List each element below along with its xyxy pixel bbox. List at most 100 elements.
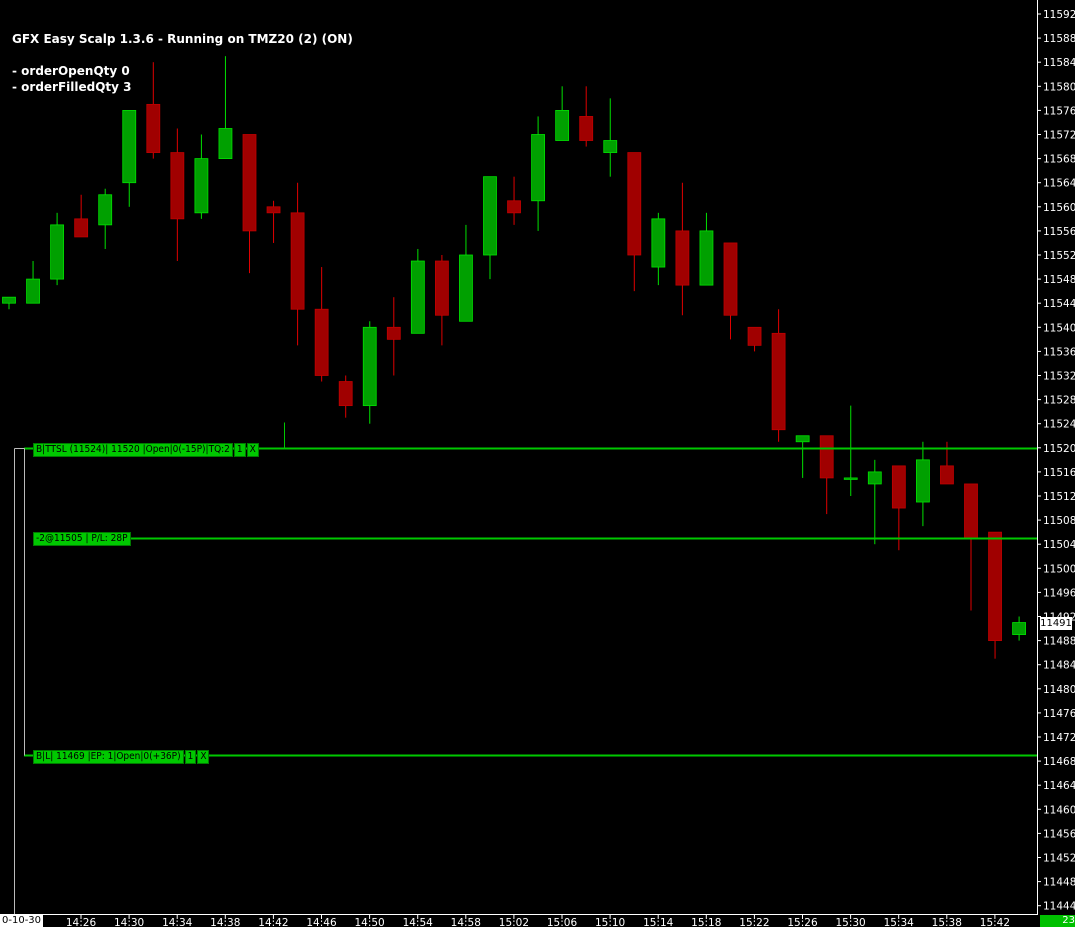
y-tick-label: 11564 <box>1043 178 1075 190</box>
date-label: 0-10-30 <box>0 915 44 927</box>
y-tick-label: 11524 <box>1043 419 1075 431</box>
y-tick-label: 11532 <box>1043 371 1075 383</box>
candle-body <box>747 326 762 346</box>
position-info[interactable]: -2@11505 | P/L: 28P <box>33 532 131 546</box>
limit-order-close-button[interactable]: X <box>197 750 210 764</box>
y-tick-label: 11592 <box>1043 9 1075 21</box>
price-chart[interactable]: 11592 11588 11584 11580 11576 11572 11568 11564… <box>0 0 1075 927</box>
y-tick-label: 11476 <box>1043 708 1075 720</box>
candle-body <box>627 152 642 256</box>
candle-body <box>723 242 738 316</box>
candle-body <box>988 531 1002 642</box>
candle <box>410 248 425 334</box>
x-tick-label: 14:34 <box>162 917 193 927</box>
y-tick-label: 11548 <box>1043 274 1075 286</box>
y-tick-label: 11576 <box>1043 105 1075 117</box>
y-tick-label: 11516 <box>1043 467 1075 479</box>
y-tick-label: 11584 <box>1043 57 1075 69</box>
y-tick-label: 11456 <box>1043 828 1075 840</box>
candle-body <box>843 477 858 480</box>
y-tick-label: 11512 <box>1043 491 1075 503</box>
y-tick-label: 11552 <box>1043 250 1075 262</box>
stop-order-close-button[interactable]: X <box>246 443 259 457</box>
candle-body <box>50 224 64 280</box>
y-tick-label: 11528 <box>1043 395 1075 407</box>
candle-body <box>1012 622 1026 635</box>
y-tick-label: 11572 <box>1043 130 1075 142</box>
last-price-tag: 11491 <box>1040 617 1072 630</box>
stop-order-info[interactable]: B|TTSL (11524)| 11520 |Open|0(-15P)|TQ:2 <box>33 443 233 457</box>
candle-body <box>2 296 16 304</box>
x-tick-label: 15:30 <box>835 917 865 927</box>
candle-body <box>916 459 930 503</box>
candle-body <box>459 254 473 322</box>
candle-body <box>26 278 40 304</box>
limit-order-label[interactable]: B|L| 11469 |EP: 1|Open|0(+36P) 1 X <box>33 750 210 764</box>
candle-body <box>867 471 882 485</box>
candle-body <box>507 200 521 214</box>
x-tick-label: 14:54 <box>403 917 434 927</box>
x-tick-label: 15:18 <box>691 917 721 927</box>
y-tick-label: 11556 <box>1043 226 1075 238</box>
y-tick-label: 11544 <box>1043 298 1075 310</box>
candle-body <box>386 326 401 340</box>
x-tick-label: 15:38 <box>932 917 962 927</box>
x-tick-label: 15:06 <box>547 917 578 927</box>
candle-body <box>338 381 353 407</box>
stop-order-qty[interactable]: 1 <box>233 443 246 457</box>
y-tick-label: 11540 <box>1043 322 1075 334</box>
x-tick-label: 14:38 <box>210 917 240 927</box>
candle-body <box>579 116 594 141</box>
y-tick-label: 11504 <box>1043 539 1075 551</box>
limit-order-info[interactable]: B|L| 11469 |EP: 1|Open|0(+36P) <box>33 750 184 764</box>
y-tick-label: 11452 <box>1043 853 1075 865</box>
y-tick-label: 11588 <box>1043 33 1075 45</box>
candle <box>988 531 1002 659</box>
candle-body <box>194 158 209 214</box>
y-tick-label: 11568 <box>1043 154 1075 166</box>
candle-body <box>290 212 305 310</box>
candle-body <box>795 435 810 443</box>
candle-body <box>483 176 497 256</box>
indicator-spacer <box>12 47 353 63</box>
position-label[interactable]: -2@11505 | P/L: 28P <box>33 532 132 546</box>
indicator-title: GFX Easy Scalp 1.3.6 - Running on TMZ20 … <box>12 32 353 46</box>
y-tick-label: 11460 <box>1043 804 1075 816</box>
y-tick-label: 11560 <box>1043 202 1075 214</box>
y-tick-label: 11480 <box>1043 684 1075 696</box>
candle-body <box>555 110 570 141</box>
x-tick-label: 15:02 <box>499 917 529 927</box>
candle-body <box>74 218 89 238</box>
candle-body <box>218 128 233 160</box>
candle-body <box>434 260 449 316</box>
y-tick-label: 11520 <box>1043 443 1075 455</box>
y-tick-label: 11580 <box>1043 81 1075 93</box>
order-filled-qty: - orderFilledQty 3 <box>12 80 132 94</box>
candle-body <box>146 103 161 153</box>
x-tick-label: 14:58 <box>451 917 481 927</box>
candle-body <box>242 134 257 232</box>
y-tick-label: 11468 <box>1043 756 1075 768</box>
candle-body <box>98 194 113 226</box>
candle-body <box>531 134 545 202</box>
y-tick-label: 11464 <box>1043 780 1075 792</box>
x-tick-label: 15:42 <box>980 917 1010 927</box>
candle-body <box>964 483 978 539</box>
x-tick-label: 14:42 <box>258 917 288 927</box>
corner-label: 23 <box>1040 915 1075 927</box>
candle-body <box>410 260 425 334</box>
stop-order-label[interactable]: B|TTSL (11524)| 11520 |Open|0(-15P)|TQ:2… <box>33 443 260 457</box>
indicator-info-panel: GFX Easy Scalp 1.3.6 - Running on TMZ20 … <box>12 31 353 95</box>
candle-body <box>314 308 329 376</box>
candle-body <box>603 140 618 153</box>
candle-body <box>266 206 281 214</box>
y-tick-label: 11484 <box>1043 660 1075 672</box>
candle-body <box>362 326 377 407</box>
candle-body <box>771 332 786 431</box>
y-tick-label: 11508 <box>1043 515 1075 527</box>
candle-body <box>651 218 666 268</box>
y-tick-label: 11496 <box>1043 587 1075 599</box>
x-tick-label: 14:26 <box>66 917 97 927</box>
limit-order-qty[interactable]: 1 <box>184 750 197 764</box>
y-tick-label: 11536 <box>1043 346 1075 358</box>
